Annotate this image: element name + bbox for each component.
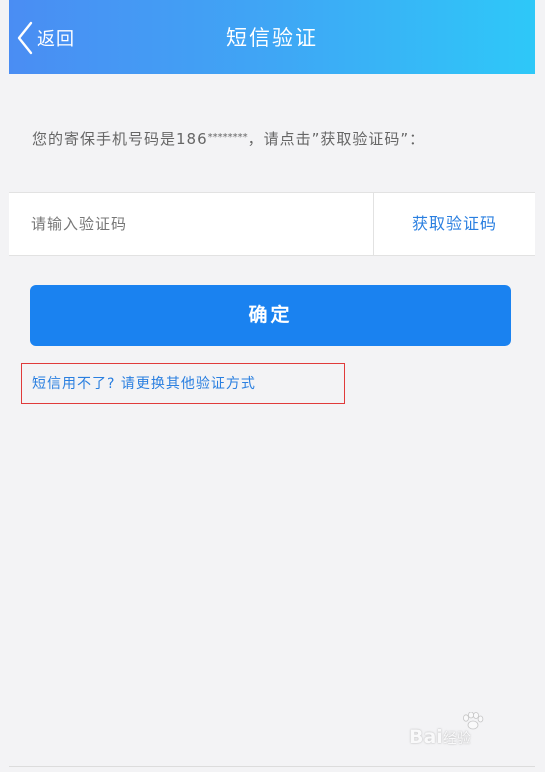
verification-code-input[interactable] [31,193,361,255]
page-title: 短信验证 [226,26,318,50]
info-prefix: 您的寄保手机号码是186 [32,130,208,148]
watermark-brand: Bai [409,726,443,748]
get-code-button[interactable]: 获取验证码 [374,193,535,255]
bottom-divider [9,766,535,767]
watermark-text: Bai经验 [409,726,471,748]
alternative-verification-link[interactable]: 短信用不了? 请更换其他验证方式 [21,363,345,404]
verification-code-row: 获取验证码 [9,192,535,256]
masked-phone-digits: ******** [207,132,248,143]
baidu-jingyan-watermark: Bai经验 [409,712,519,748]
header-bar: 返回 短信验证 [9,0,535,74]
phone-info-text: 您的寄保手机号码是186********，请点击”获取验证码”： [32,126,492,151]
watermark-brand-tail: 经验 [442,731,471,747]
confirm-button[interactable]: 确定 [30,285,511,346]
info-suffix: ，请点击”获取验证码”： [247,130,426,148]
